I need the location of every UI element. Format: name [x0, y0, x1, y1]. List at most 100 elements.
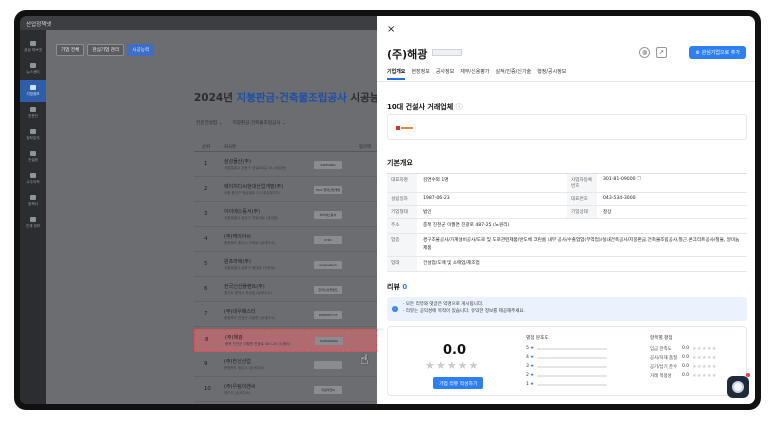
header-actions: ◍ ↗ — [639, 47, 667, 58]
sidebar-item-label: 정책서 — [28, 202, 38, 206]
table-row[interactable]: 4 (주)케이아씨 충청북도 충주시 서측로 (상세주소) KYKC — [194, 229, 377, 252]
copy-icon[interactable]: ❐ — [637, 177, 641, 182]
sidebar-item-label: 인재 정보 — [25, 224, 41, 228]
info-icon: i — [392, 306, 398, 312]
table-row[interactable]: 10 (주)우림이엔씨 경기도 (상세주소) 우림이엔씨 — [194, 379, 377, 402]
info-key: 대표자명 — [387, 174, 417, 192]
item-value: 0.0 — [682, 364, 689, 369]
company-name: 에이치디씨현대산업개발(주) — [224, 184, 284, 190]
company-address: 충청북도 진천군 이월면 (상세주소) — [224, 316, 276, 320]
tab-construction-capacity[interactable]: 시공능력 — [127, 44, 155, 56]
sidebar-item-construction[interactable]: 건설정 — [20, 146, 46, 168]
tab-interest-management[interactable]: 관심기업 관리 — [87, 44, 125, 56]
add-interest-button[interactable]: ⊕ 관심기업으로 추가 — [689, 46, 746, 59]
rating-stars: ★★★★★ — [692, 372, 717, 379]
table-row[interactable]: 6 한국신선플랜트(주) 경기도 평택시 포승읍 (상세주소) 한국신선플랜트 — [194, 279, 377, 302]
rank-number: 10 — [204, 386, 211, 392]
chevron-down-icon: ⌄ — [218, 121, 223, 126]
star-icon: ★ — [529, 364, 535, 369]
building-icon — [30, 85, 36, 90]
notice-line: · 리뷰는 공익성에 목적이 있습니다. 유익한 정보를 제공해주세요. — [403, 309, 525, 314]
pointer-cursor-icon: ☝ — [360, 352, 369, 368]
write-review-button[interactable]: 기업 리뷰 작성하기 — [433, 377, 484, 389]
company-name: 아이에스동서(주) — [224, 209, 261, 215]
notice-text: 리뷰는 공익성에 목적이 있습니다. 유익한 정보를 제공해주세요. — [405, 309, 525, 314]
sidebar-item-analysis[interactable]: 정보분석 — [20, 124, 46, 146]
company-name: (주)한신산업 — [224, 359, 251, 365]
company-address: 충북 진천군 이월면 진광로 487-25 (노원리) — [225, 342, 291, 346]
distribution-row: 5 ★ — [526, 344, 636, 353]
info-key: 업태 — [387, 257, 417, 271]
tab-site-info[interactable]: 현장정보 — [411, 68, 429, 80]
sidebar-item-company[interactable]: 기업정보 — [20, 80, 46, 102]
company-logo: onepratech — [314, 261, 342, 269]
filter-category-select[interactable]: 지붕판금·건축물조립공사 ⌄ — [232, 120, 285, 126]
review-title-text: 리뷰 — [387, 283, 400, 291]
basic-info-title: 기본개요 — [387, 159, 413, 167]
tab-finance[interactable]: 재무/신용평가 — [460, 68, 489, 80]
item-ratings-title: 항목별 평점 — [650, 336, 673, 341]
sidebar-item-hub[interactable]: 공급 허브넷 — [20, 36, 46, 58]
rank-number: 3 — [204, 211, 208, 217]
distribution-row: 3 ★ — [526, 362, 636, 371]
company-name: (주)대우패스티 — [224, 309, 256, 315]
table-row[interactable]: 9 (주)한신산업 충청북도 청주시 (상세주소) — [194, 354, 377, 377]
person-icon — [30, 107, 36, 112]
table-row[interactable]: 7 (주)대우패스티 충청북도 진천군 이월면 (상세주소) DAEWOO ST — [194, 304, 377, 327]
review-count: 0 — [402, 283, 408, 291]
notice-line: · 모든 리뷰와 댓글은 익명으로 게시됩니다. — [403, 302, 484, 307]
add-interest-label: 관심기업으로 추가 — [701, 50, 740, 56]
table-row[interactable]: 8 (주)해광 충북 진천군 이월면 진광로 487-25 (노원리) HAEGWAN… — [194, 329, 377, 352]
close-button[interactable]: × — [387, 24, 395, 35]
info-row: 업태 건설업/도매 및 소매업/제조업 — [387, 257, 747, 272]
chat-support-button[interactable] — [727, 376, 749, 398]
sidebar-item-orders[interactable]: 수주이력 — [20, 168, 46, 190]
tabs-divider — [377, 81, 755, 82]
info-key: 대표번호 — [567, 193, 597, 205]
rank-number: 5 — [204, 261, 208, 267]
sidebar-item-label: 공급 허브넷 — [24, 48, 42, 52]
filter-industry-select[interactable]: 전문건설업 ⌄ — [196, 120, 222, 126]
table-row[interactable]: 1 삼성물산(주) 서울특별시 강동구 상일로6길 26 (상일동) SAMSUNG — [194, 154, 377, 177]
external-link-icon[interactable]: ↗ — [656, 47, 667, 58]
company-logo: KYKC — [314, 236, 342, 244]
tab-all-companies[interactable]: 기업 전체 — [56, 44, 85, 56]
dist-label: 5 — [526, 346, 529, 351]
review-summary-box: 0.0 ★★★★★ 기업 리뷰 작성하기 별점 분포도 5 ★ 4 ★ 3 ★ 2 ★ … — [387, 326, 747, 396]
info-key: 기업상태 — [567, 206, 597, 218]
table-row[interactable]: 3 아이에스동서(주) 서울특별시 강남구 영동대로 (삼성동) 아이에스동서 — [194, 204, 377, 227]
sidebar-item-label: 뉴스센터 — [26, 70, 40, 74]
ranking-title: 2024년 지붕판금·건축물조립공사 시공능력 순위 — [194, 90, 377, 105]
sidebar-item-news[interactable]: 뉴스센터 — [20, 58, 46, 80]
tab-admin[interactable]: 행정/공시정보 — [537, 68, 566, 80]
company-address: 서울특별시 강남구 영동대로 (삼성동) — [224, 216, 279, 220]
detail-tabs: 기업개요 현장정보 공사정보 재무/신용평가 실적/인증/신기술 행정/공시정보 — [387, 68, 566, 80]
ranking-panel: 기업 전체 관심기업 관리 시공능력 2024년 지붕판금·건축물조립공사 시공… — [46, 30, 377, 404]
sidebar-item-policy[interactable]: 정책서 — [20, 190, 46, 212]
rank-number: 9 — [204, 361, 208, 367]
distribution-row: 2 ★ — [526, 371, 636, 380]
sidebar-item-label: 기업정보 — [26, 92, 40, 96]
sidebar-item-label: 건설정 — [28, 158, 38, 162]
tab-overview[interactable]: 기업개요 — [387, 68, 406, 80]
review-notice: i · 모든 리뷰와 댓글은 익명으로 게시됩니다. · 리뷰는 공익성에 목적… — [387, 297, 747, 321]
company-logo — [432, 49, 462, 56]
company-logo — [314, 361, 342, 369]
rank-number: 2 — [204, 186, 208, 192]
info-key: 주소 — [387, 219, 417, 233]
distribution-row: 4 ★ — [526, 353, 636, 362]
tab-performance[interactable]: 실적/인증/신기술 — [496, 68, 532, 80]
item-value: 0.0 — [682, 346, 689, 351]
company-name: (주)케이아씨 — [224, 234, 251, 240]
star-icon: ★ — [529, 382, 535, 387]
sidebar-item-talent[interactable]: 인재 정보 — [20, 212, 46, 234]
globe-icon[interactable]: ◍ — [639, 47, 650, 58]
item-value: 0.0 — [682, 373, 689, 378]
notice-text: 모든 리뷰와 댓글은 익명으로 게시됩니다. — [405, 302, 484, 307]
table-row[interactable]: 5 원프라텍(주) 서울특별시 송파구 중대로 (가락동) onepratech — [194, 254, 377, 277]
item-label: 거래 적정성 — [650, 373, 672, 379]
sidebar-item-expert[interactable]: 전문인 — [20, 102, 46, 124]
dist-bar — [537, 374, 608, 377]
tab-construction-info[interactable]: 공사정보 — [436, 68, 454, 80]
table-row[interactable]: 2 에이치디씨현대산업개발(주) 서울 용산구 한강대로 23 (한강로3가) HDC… — [194, 179, 377, 202]
